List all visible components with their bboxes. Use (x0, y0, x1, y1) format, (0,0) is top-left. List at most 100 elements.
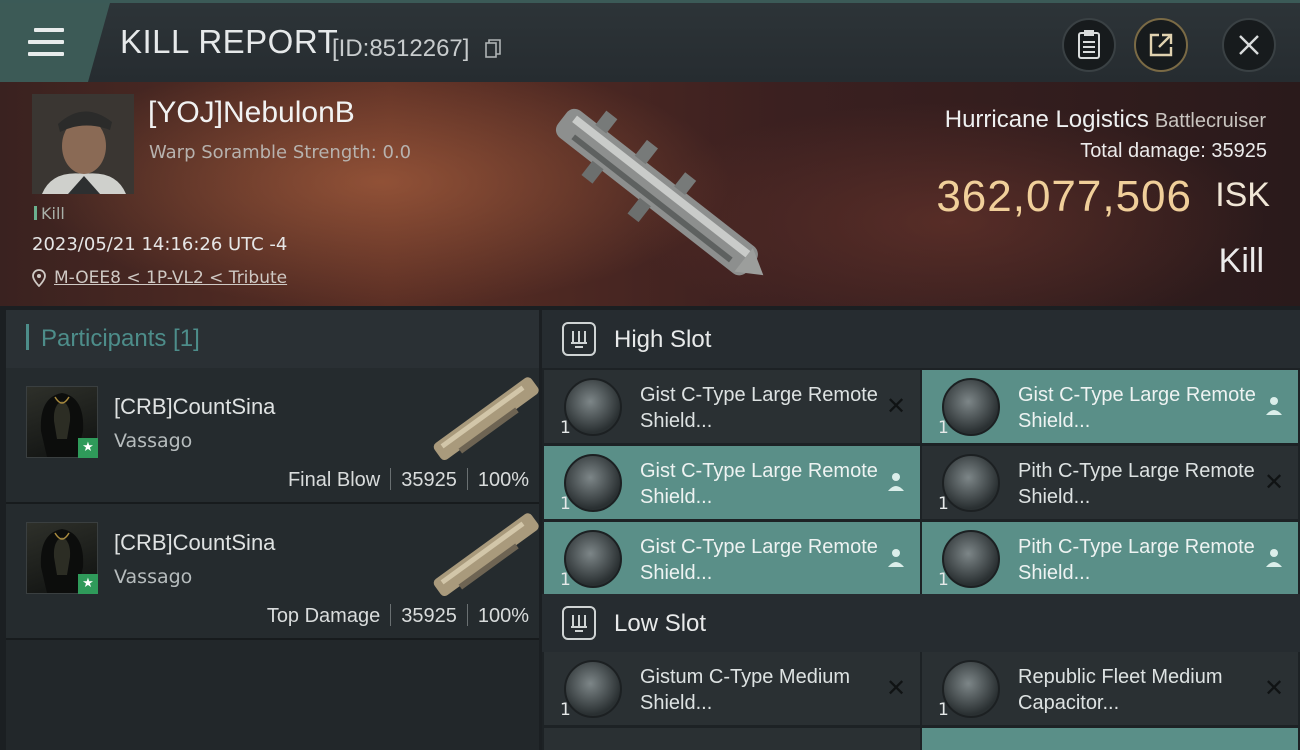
title-bar: KILL REPORT [ID:8512267] (0, 0, 1300, 82)
high-slot-title: High Slot (614, 326, 712, 353)
destroyed-icon: ✕ (885, 674, 907, 702)
shield-module-icon (564, 660, 622, 718)
participant-row[interactable]: ★ [CRB]CountSina Vassago Final Blow 35925… (6, 368, 539, 504)
module-name: Pith C-Type Large Remote Shield... (1018, 536, 1255, 584)
kill-timestamp: 2023/05/21 14:16:26 UTC -4 (32, 234, 288, 255)
module-name: Gistum C-Type Medium Shield... (640, 666, 851, 714)
module-quantity: 1 (938, 700, 949, 720)
kill-location[interactable]: M-OEE8 < 1P-VL2 < Tribute (32, 268, 287, 288)
module-name: Gist C-Type Large Remote Shield... (640, 460, 878, 508)
low-slot-title: Low Slot (614, 610, 707, 637)
participant-percent: 100% (477, 469, 529, 491)
module-quantity: 1 (560, 700, 571, 720)
isk-value: 362,077,506 (936, 172, 1192, 221)
module-name: Republic Fleet Medium Capacitor... (1018, 666, 1223, 714)
page-title: KILL REPORT (120, 23, 339, 60)
participant-name[interactable]: [CRB]CountSina (114, 394, 275, 420)
warp-scramble-strength: Warp Soramble Strength: 0.0 (149, 142, 412, 163)
destroyed-icon: ✕ (1263, 674, 1285, 702)
dropped-person-icon (884, 470, 908, 494)
module-item[interactable]: 1 Pith C-Type Large Remote Shield... ✕ (922, 446, 1298, 519)
low-slot-header: Low Slot (542, 594, 1300, 652)
menu-button[interactable] (0, 3, 110, 82)
module-name: Pith C-Type Large Remote Shield... (1018, 460, 1255, 508)
participant-name[interactable]: [CRB]CountSina (114, 530, 275, 556)
participant-role: Top Damage (266, 605, 381, 627)
module-item[interactable]: 1 Pith C-Type Large Remote Shield... (922, 522, 1298, 595)
shield-module-icon (564, 530, 622, 588)
module-item[interactable]: 1 Gist C-Type Large Remote Shield... (544, 446, 920, 519)
participant-ship-image (433, 377, 539, 461)
ship-class: Battlecruiser (1154, 110, 1266, 132)
location-link[interactable]: M-OEE8 < 1P-VL2 < Tribute (54, 268, 287, 288)
star-icon: ★ (78, 574, 98, 594)
participant-percent: 100% (477, 605, 529, 627)
share-icon (1149, 33, 1173, 57)
hamburger-icon (28, 28, 64, 56)
location-pin-icon (32, 269, 46, 287)
module-item[interactable]: 1 Republic Fleet Medium Capacitor... ✕ (922, 652, 1298, 725)
module-name: Gist C-Type Large Remote Shield... (640, 384, 878, 432)
module-quantity: 1 (560, 418, 571, 438)
participant-ship: Vassago (114, 566, 193, 588)
clipboard-icon (1078, 30, 1100, 59)
participant-ship: Vassago (114, 430, 193, 452)
participant-ship-image (433, 513, 539, 597)
dropped-person-icon (1262, 546, 1286, 570)
participant-damage: 35925 (401, 469, 457, 491)
copy-icon[interactable] (485, 39, 501, 59)
participant-avatar: ★ (26, 386, 98, 458)
module-item[interactable]: 1 Gist C-Type Large Remote Shield... (544, 522, 920, 595)
share-button[interactable] (1134, 18, 1188, 72)
module-item-partial[interactable] (922, 728, 1298, 750)
capacitor-module-icon (942, 660, 1000, 718)
dropped-person-icon (1262, 394, 1286, 418)
close-icon (1239, 35, 1259, 55)
shield-module-icon (942, 454, 1000, 512)
destroyed-icon: ✕ (885, 392, 907, 420)
victim-ship[interactable]: Hurricane Logistics Battlecruiser (945, 106, 1266, 134)
fitting-panel: High Slot 1 Gist C-Type Large Remote Shi… (542, 310, 1300, 750)
high-slot-icon (562, 322, 596, 356)
participant-damage: 35925 (401, 605, 457, 627)
pilot-portrait-image (32, 94, 134, 194)
destroyed-icon: ✕ (1263, 468, 1285, 496)
total-damage: Total damage: 35925 (1080, 140, 1267, 162)
clipboard-button[interactable] (1062, 18, 1116, 72)
star-icon: ★ (78, 438, 98, 458)
module-name: Gist C-Type Large Remote Shield... (640, 536, 878, 584)
isk-unit: ISK (1215, 176, 1270, 214)
shield-module-icon (942, 378, 1000, 436)
participant-stats: Top Damage 35925 100% (267, 604, 529, 628)
victim-name[interactable]: [YOJ]NebulonB (148, 96, 355, 130)
module-name: Gist C-Type Large Remote Shield... (1018, 384, 1256, 432)
module-quantity: 1 (938, 418, 949, 438)
kill-tag: Kill (34, 204, 65, 223)
report-id: [ID:8512267] (332, 35, 470, 62)
participant-role: Final Blow (287, 469, 381, 491)
shield-module-icon (564, 454, 622, 512)
participant-avatar: ★ (26, 522, 98, 594)
ship-type-name: Hurricane Logistics (944, 106, 1149, 133)
module-quantity: 1 (560, 570, 571, 590)
participants-header[interactable]: Participants [1] (6, 310, 539, 368)
kill-summary-banner: [YOJ]NebulonB Warp Soramble Strength: 0.… (0, 82, 1300, 306)
high-slot-header: High Slot (542, 310, 1300, 368)
victim-portrait[interactable] (32, 94, 134, 194)
module-quantity: 1 (560, 494, 571, 514)
module-item[interactable]: 1 Gist C-Type Large Remote Shield... ✕ (544, 370, 920, 443)
module-item-partial[interactable] (544, 728, 920, 750)
participant-stats: Final Blow 35925 100% (288, 468, 529, 492)
module-quantity: 1 (938, 570, 949, 590)
module-item[interactable]: 1 Gistum C-Type Medium Shield... ✕ (544, 652, 920, 725)
module-quantity: 1 (938, 494, 949, 514)
close-button[interactable] (1222, 18, 1276, 72)
shield-module-icon (942, 530, 1000, 588)
participants-panel: Participants [1] ★ [CRB]CountSina Vassag… (6, 310, 539, 750)
shield-module-icon (564, 378, 622, 436)
victim-ship-image[interactable] (528, 94, 778, 284)
participant-row[interactable]: ★ [CRB]CountSina Vassago Top Damage 35925… (6, 504, 539, 640)
low-slot-icon (562, 606, 596, 640)
dropped-person-icon (884, 546, 908, 570)
module-item[interactable]: 1 Gist C-Type Large Remote Shield... (922, 370, 1298, 443)
